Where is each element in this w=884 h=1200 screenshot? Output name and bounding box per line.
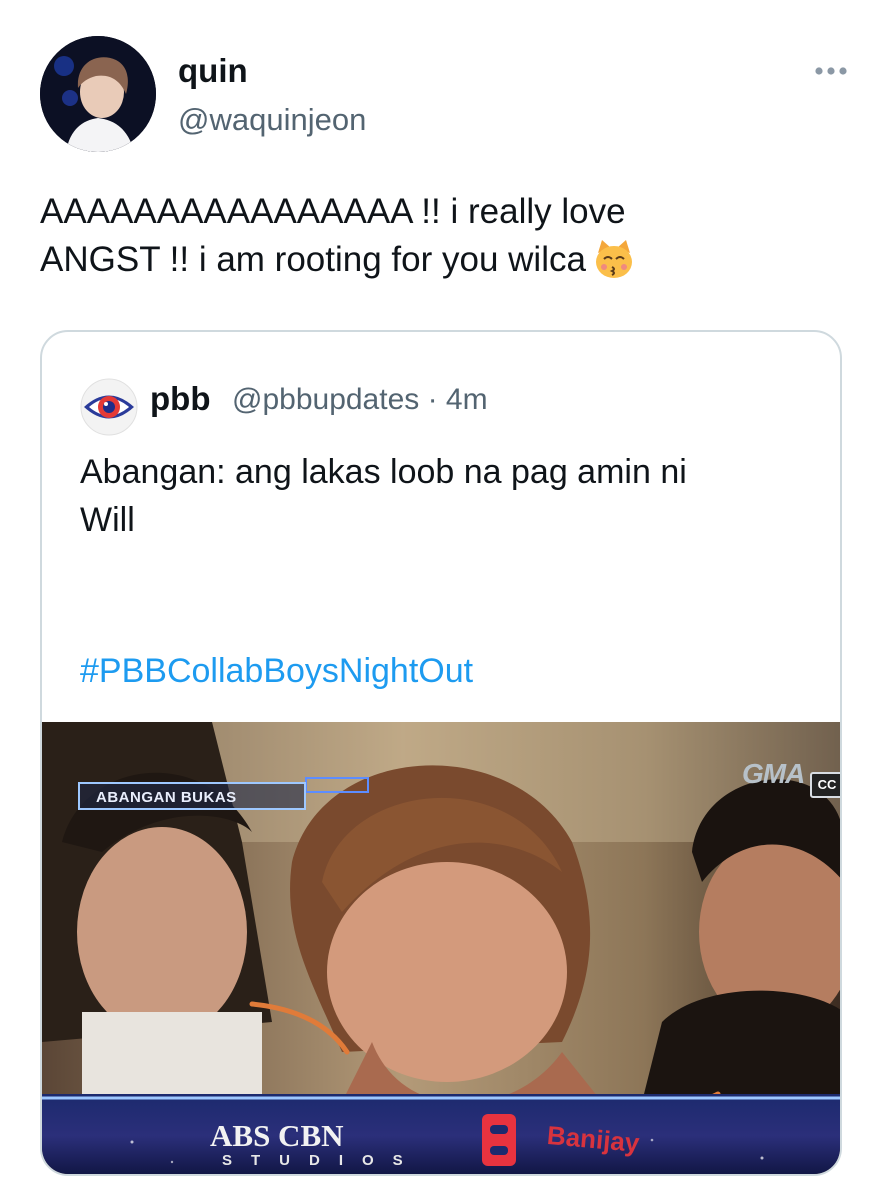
quoted-tweet-text: Abangan: ang lakas loob na pag amin ni W… — [80, 448, 800, 544]
tweet-text: AAAAAAAAAAAAAAAA !! i really love ANGST … — [40, 188, 840, 284]
quoted-line-1: Abangan: ang lakas loob na pag amin ni — [80, 453, 687, 491]
kissing-cat-face-icon — [595, 239, 632, 278]
network-logo: GMA — [742, 758, 805, 789]
quoted-media-image[interactable]: ABANGAN BUKAS GMA CC ABS CBN STUDIOS Ban… — [42, 722, 840, 1174]
author-handle[interactable]: @waquinjeon — [178, 102, 366, 138]
quoted-line-2: Will — [80, 501, 135, 539]
studio-logo: ABS CBN — [210, 1118, 344, 1153]
quoted-display-name[interactable]: pbb — [150, 380, 210, 418]
tweet-line-2: ANGST !! i am rooting for you wilca — [40, 236, 840, 284]
studio-subtitle: STUDIOS — [222, 1152, 422, 1169]
author-avatar[interactable] — [40, 36, 156, 152]
pbb-eye-logo-icon[interactable] — [80, 378, 138, 436]
cc-badge: CC — [810, 772, 840, 798]
quoted-handle-time[interactable]: @pbbupdates · 4m — [232, 383, 488, 417]
overlay-label: ABANGAN BUKAS — [78, 782, 306, 810]
author-display-name[interactable]: quin — [178, 52, 248, 90]
tweet-line-1: AAAAAAAAAAAAAAAA !! i really love — [40, 192, 626, 231]
more-options-icon[interactable] — [814, 64, 848, 78]
hashtag-link[interactable]: #PBBCollabBoysNightOut — [80, 652, 473, 691]
quoted-tweet-card[interactable]: pbb @pbbupdates · 4m Abangan: ang lakas … — [40, 330, 842, 1176]
avatar-photo — [40, 36, 156, 152]
